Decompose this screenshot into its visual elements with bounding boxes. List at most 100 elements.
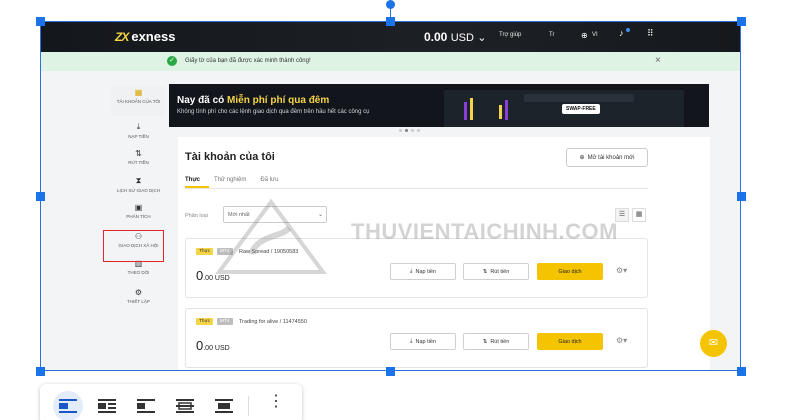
resize-handle[interactable] xyxy=(386,367,395,376)
settings-icon: ⚙ xyxy=(134,288,143,297)
deposit-label: Nạp tiền xyxy=(415,268,436,275)
carousel-dot-active[interactable] xyxy=(405,129,408,132)
withdraw-icon: ⇅ xyxy=(482,338,488,345)
gear-icon[interactable]: ⚙▾ xyxy=(616,336,627,345)
app-header: ZX exness 0.00 USD ⌄ Trợ giúp Tr ⊕ VI ♪ … xyxy=(41,22,740,52)
promo-title-prefix: Nay đã có xyxy=(177,95,228,106)
open-account-label: Mở tài khoản mới xyxy=(587,154,635,161)
sidebar-item-accounts[interactable]: ▦ TÀI KHOẢN CỦA TÔI xyxy=(111,86,166,116)
sidebar-item-label: NẠP TIỀN xyxy=(128,134,149,139)
resize-handle[interactable] xyxy=(36,367,45,376)
selected-image[interactable]: ZX exness 0.00 USD ⌄ Trợ giúp Tr ⊕ VI ♪ … xyxy=(40,21,741,371)
header-balance[interactable]: 0.00 USD ⌄ xyxy=(424,30,487,44)
deposit-button[interactable]: ⤓ Nạp tiền xyxy=(390,263,456,280)
language-label[interactable]: VI xyxy=(592,32,598,38)
account-balance: 0.00 USD xyxy=(196,338,230,353)
image-options-toolbar: ⋮ xyxy=(40,384,302,420)
page-title: Tài khoản của tôi xyxy=(185,151,275,163)
sidebar-item-analytics[interactable]: ▣ PHÂN TÍCH xyxy=(111,203,166,219)
platform-badge: MT4 xyxy=(217,318,233,325)
carousel-dot[interactable] xyxy=(417,129,420,132)
resize-handle[interactable] xyxy=(737,192,746,201)
carousel-dot[interactable] xyxy=(399,129,402,132)
account-card: Thực MT4 Trading for alive / 11474550 0.… xyxy=(185,308,648,368)
trade-button[interactable]: Giao dịch xyxy=(537,333,603,350)
tab-demo[interactable]: Thử nghiệm xyxy=(214,177,246,183)
account-name: Trading for alive / 11474550 xyxy=(239,319,307,325)
tab-archived[interactable]: Đã lưu xyxy=(260,177,278,183)
wrap-text-icon[interactable] xyxy=(92,391,122,420)
tab-real[interactable]: Thực xyxy=(185,177,200,183)
sidebar-item-label: PHÂN TÍCH xyxy=(126,214,151,219)
deposit-icon: ⤓ xyxy=(136,122,141,131)
history-icon: ⧗ xyxy=(135,176,142,185)
withdraw-button[interactable]: ⇅ Rút tiền xyxy=(463,263,529,280)
behind-text-icon[interactable] xyxy=(170,391,200,420)
sort-label: Phân loại xyxy=(185,213,208,219)
watermark-logo xyxy=(215,198,327,274)
sidebar-item-settings[interactable]: ⚙ THIẾT LẬP xyxy=(111,288,166,304)
swap-free-badge: SWAP-FREE xyxy=(562,104,600,114)
notification-dot xyxy=(626,28,630,32)
open-account-button[interactable]: ⊕ Mở tài khoản mới xyxy=(566,148,648,167)
trade-button[interactable]: Giao dịch xyxy=(537,263,603,280)
align-inline-icon[interactable] xyxy=(53,391,83,420)
balance-decimals: .00 USD xyxy=(203,275,230,282)
apps-grid-icon[interactable]: ⠿ xyxy=(647,28,654,39)
chevron-down-icon: ⌄ xyxy=(477,32,487,44)
accounts-icon: ▦ xyxy=(134,88,143,97)
sidebar-item-label: RÚT TIỀN xyxy=(128,160,149,165)
resize-handle[interactable] xyxy=(737,367,746,376)
withdraw-icon: ⇅ xyxy=(482,268,488,275)
account-type-badge: Thực xyxy=(196,318,214,325)
withdraw-icon: ⇅ xyxy=(135,149,142,158)
logo-text: exness xyxy=(131,29,176,44)
notifications-menu[interactable]: Tr xyxy=(549,32,554,38)
sidebar-item-label: LỊCH SỬ GIAO DỊCH xyxy=(116,188,161,193)
grid-view-icon[interactable]: ▦ xyxy=(632,208,646,222)
resize-handle[interactable] xyxy=(36,17,45,26)
resize-handle[interactable] xyxy=(386,17,395,26)
exness-logo-mark-icon: ZX xyxy=(115,29,129,44)
toolbar-divider xyxy=(248,396,249,416)
success-banner: ✓ Giấy tờ của bạn đã được xác minh thành… xyxy=(41,52,740,71)
plus-circle-icon: ⊕ xyxy=(579,155,585,161)
chat-icon[interactable]: ✉ xyxy=(700,330,727,357)
deposit-button[interactable]: ⤓ Nạp tiền xyxy=(390,333,456,350)
globe-icon[interactable]: ⊕ xyxy=(581,31,588,40)
rotate-handle[interactable] xyxy=(386,0,395,9)
trade-label: Giao dịch xyxy=(558,268,582,275)
deposit-icon: ⤓ xyxy=(410,338,413,344)
deposit-label: Nạp tiền xyxy=(415,338,436,345)
carousel-dot[interactable] xyxy=(411,129,414,132)
bell-icon[interactable]: ♪ xyxy=(619,28,624,38)
sidebar-item-withdraw[interactable]: ⇅ RÚT TIỀN xyxy=(111,149,166,165)
withdraw-button[interactable]: ⇅ Rút tiền xyxy=(463,333,529,350)
gear-icon[interactable]: ⚙▾ xyxy=(616,266,627,275)
sidebar-item-label: TÀI KHOẢN CỦA TÔI xyxy=(116,99,161,104)
analytics-icon: ▣ xyxy=(134,203,143,212)
sidebar-item-label: THEO DÕI xyxy=(127,270,150,275)
highlight-box xyxy=(103,230,164,262)
in-front-of-text-icon[interactable] xyxy=(209,391,239,420)
balance-value: 0.00 xyxy=(424,30,448,44)
help-menu[interactable]: Trợ giúp xyxy=(499,32,521,38)
promo-title: Nay đã có Miễn phí phí qua đêm xyxy=(177,95,329,106)
promo-banner[interactable]: Nay đã có Miễn phí phí qua đêm Không tín… xyxy=(169,84,709,127)
more-options-icon[interactable]: ⋮ xyxy=(268,392,284,412)
promo-title-highlight: Miễn phí phí qua đêm xyxy=(227,95,330,106)
break-text-icon[interactable] xyxy=(131,391,161,420)
sidebar-item-deposit[interactable]: ⤓ NẠP TIỀN xyxy=(111,122,166,139)
withdraw-label: Rút tiền xyxy=(490,268,510,275)
resize-handle[interactable] xyxy=(36,192,45,201)
carousel-dots[interactable] xyxy=(399,129,420,132)
resize-handle[interactable] xyxy=(737,17,746,26)
close-icon[interactable]: × xyxy=(655,55,661,66)
tabs-divider xyxy=(185,188,648,189)
exness-logo[interactable]: ZX exness xyxy=(115,29,175,44)
withdraw-label: Rút tiền xyxy=(490,338,510,345)
trade-label: Giao dịch xyxy=(558,338,582,345)
sidebar-item-history[interactable]: ⧗ LỊCH SỬ GIAO DỊCH xyxy=(111,176,166,193)
balance-currency: USD xyxy=(450,32,474,44)
page: ZX exness 0.00 USD ⌄ Trợ giúp Tr ⊕ VI ♪ … xyxy=(0,0,800,420)
